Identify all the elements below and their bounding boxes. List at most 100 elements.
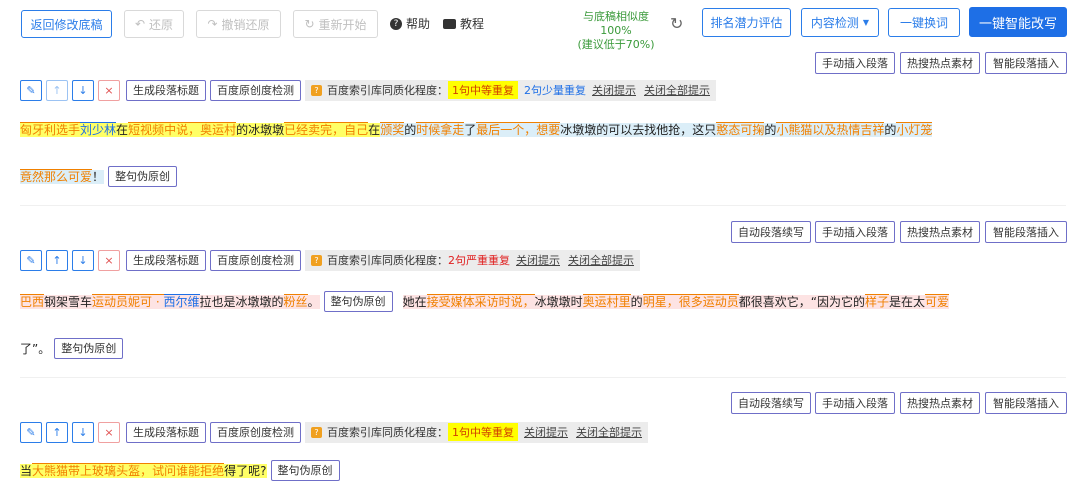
rewrite-word[interactable]: 头盔， <box>116 462 153 478</box>
manual-insert-button[interactable]: 手动插入段落 <box>815 52 895 74</box>
rewrite-word[interactable]: 匈牙利 <box>20 122 57 137</box>
dup-medium-tag[interactable]: 1句中等重复 <box>448 423 518 441</box>
rewrite-word[interactable]: 热情 <box>836 122 861 137</box>
rewrite-word[interactable]: 选手 <box>56 122 81 137</box>
rewrite-word[interactable]: 试问 <box>152 462 177 478</box>
rewrite-word[interactable]: 带上 <box>68 462 93 478</box>
rewrite-word[interactable]: 谁能 <box>176 462 201 478</box>
rewrite-word[interactable]: 竟然 <box>20 168 45 184</box>
rewrite-word[interactable]: 颁奖 <box>380 122 405 137</box>
rewrite-word[interactable]: 奥运村 <box>200 122 237 137</box>
rewrite-word[interactable]: 运动员 <box>92 293 129 309</box>
rewrite-word[interactable]: 时候 <box>416 122 441 137</box>
dup-minor-tag[interactable]: 2句少量重复 <box>524 82 586 98</box>
fake-original-button[interactable]: 整句伪原创 <box>108 166 178 187</box>
manual-insert-button[interactable]: 手动插入段落 <box>815 221 895 243</box>
fake-original-button[interactable]: 整句伪原创 <box>323 291 393 312</box>
rewrite-word[interactable]: 巴西 <box>20 293 45 309</box>
close-icon[interactable]: × <box>98 249 120 271</box>
rewrite-word[interactable]: 拒绝 <box>200 462 225 478</box>
arrow-down-icon[interactable]: ↓ <box>72 421 94 443</box>
rewrite-word[interactable]: 小灯笼 <box>896 122 933 137</box>
hot-material-button[interactable]: 热搜热点素材 <box>900 392 980 414</box>
rewrite-word[interactable]: 西尔维 <box>163 293 200 309</box>
close-all-link[interactable]: 关闭全部提示 <box>568 252 634 268</box>
rewrite-word[interactable]: 接受 <box>426 293 451 309</box>
rewrite-word[interactable]: 明星， <box>642 293 679 309</box>
arrow-up-icon[interactable]: ↑ <box>46 79 68 101</box>
baidu-check-button[interactable]: 百度原创度检测 <box>210 421 301 443</box>
close-all-link[interactable]: 关闭全部提示 <box>576 424 642 440</box>
baidu-check-button[interactable]: 百度原创度检测 <box>210 249 301 271</box>
rewrite-word[interactable]: 采访 <box>474 293 499 309</box>
help-link[interactable]: ? 帮助 <box>390 15 430 32</box>
fake-original-button[interactable]: 整句伪原创 <box>270 460 340 481</box>
rewrite-word[interactable]: 想要 <box>536 122 561 137</box>
rewrite-word[interactable]: 最后一个， <box>476 122 537 137</box>
back-to-draft-button[interactable]: 返回修改底稿 <box>21 10 112 38</box>
smart-insert-button[interactable]: 智能段落插入 <box>985 221 1067 243</box>
manual-insert-button[interactable]: 手动插入段落 <box>815 392 895 414</box>
auto-continue-button[interactable]: 自动段落续写 <box>731 392 811 414</box>
gen-title-button[interactable]: 生成段落标题 <box>126 249 206 271</box>
edit-icon[interactable]: ✎ <box>20 249 42 271</box>
smart-rewrite-button[interactable]: 一键智能改写 <box>969 7 1067 37</box>
rewrite-word[interactable]: 吉祥 <box>860 122 885 137</box>
smart-insert-button[interactable]: 智能段落插入 <box>985 52 1067 74</box>
rewrite-word[interactable]: 拿走 <box>440 122 465 137</box>
rewrite-word[interactable]: 运动员 <box>702 293 739 309</box>
arrow-down-icon[interactable]: ↓ <box>72 79 94 101</box>
auto-continue-button[interactable]: 自动段落续写 <box>731 221 811 243</box>
smart-insert-button[interactable]: 智能段落插入 <box>985 392 1067 414</box>
close-tip-link[interactable]: 关闭提示 <box>516 252 560 268</box>
rewrite-word[interactable]: 时说， <box>498 293 535 309</box>
rewrite-word[interactable]: 自己 <box>344 122 369 137</box>
rewrite-word[interactable]: 很多 <box>678 293 703 309</box>
rewrite-word[interactable]: 已经 <box>284 122 309 137</box>
arrow-down-icon[interactable]: ↓ <box>72 249 94 271</box>
baidu-check-button[interactable]: 百度原创度检测 <box>210 79 301 101</box>
replace-words-button[interactable]: 一键换词 <box>888 8 960 37</box>
rewrite-word[interactable]: 可爱 <box>68 168 93 184</box>
rewrite-word[interactable]: 奥运村里 <box>582 293 631 309</box>
rewrite-word[interactable]: 中说， <box>164 122 201 137</box>
tutorial-link[interactable]: 教程 <box>443 15 484 32</box>
dup-severe-tag[interactable]: 2句严重重复 <box>448 252 510 268</box>
edit-icon[interactable]: ✎ <box>20 79 42 101</box>
gen-title-button[interactable]: 生成段落标题 <box>126 79 206 101</box>
close-icon[interactable]: × <box>98 79 120 101</box>
rewrite-word[interactable]: 憨态可掬 <box>716 122 765 137</box>
redo-button[interactable]: ↷ 撤销还原 <box>196 10 281 38</box>
rewrite-word[interactable]: 刘少林 <box>80 122 117 137</box>
close-icon[interactable]: × <box>98 421 120 443</box>
rewrite-word[interactable]: 玻璃 <box>92 462 117 478</box>
dup-label: 百度索引库同质化程度： <box>327 426 448 439</box>
rewrite-word[interactable]: 卖完， <box>308 122 345 137</box>
close-tip-link[interactable]: 关闭提示 <box>524 424 568 440</box>
rewrite-word[interactable]: 媒体 <box>450 293 475 309</box>
gen-title-button[interactable]: 生成段落标题 <box>126 421 206 443</box>
rewrite-word[interactable]: 以及 <box>812 122 837 137</box>
rewrite-word[interactable]: 那么 <box>44 168 69 184</box>
hot-material-button[interactable]: 热搜热点素材 <box>900 52 980 74</box>
rewrite-word[interactable]: 粉丝 <box>283 293 308 309</box>
rank-evaluation-button[interactable]: 排名潜力评估 <box>702 8 791 37</box>
edit-icon[interactable]: ✎ <box>20 421 42 443</box>
restart-button[interactable]: ↻ 重新开始 <box>293 10 378 38</box>
close-tip-link[interactable]: 关闭提示 <box>592 82 636 98</box>
hot-material-button[interactable]: 热搜热点素材 <box>900 221 980 243</box>
arrow-up-icon[interactable]: ↑ <box>46 249 68 271</box>
undo-button[interactable]: ↶ 还原 <box>124 10 184 38</box>
arrow-up-icon[interactable]: ↑ <box>46 421 68 443</box>
rewrite-word[interactable]: 样子 <box>864 293 889 309</box>
dup-medium-tag[interactable]: 1句中等重复 <box>448 81 518 99</box>
close-all-link[interactable]: 关闭全部提示 <box>644 82 710 98</box>
rewrite-word[interactable]: 大熊猫 <box>32 462 69 478</box>
rewrite-word[interactable]: 小熊猫 <box>776 122 813 137</box>
rewrite-word[interactable]: 可爱 <box>924 293 949 309</box>
rewrite-word[interactable]: 短视频 <box>128 122 165 137</box>
content-check-dropdown[interactable]: 内容检测 ▼ <box>801 8 879 37</box>
fake-original-button[interactable]: 整句伪原创 <box>54 338 124 359</box>
refresh-similarity-icon[interactable]: ↻ <box>670 14 683 33</box>
rewrite-word[interactable]: 妮可 · <box>128 293 164 309</box>
